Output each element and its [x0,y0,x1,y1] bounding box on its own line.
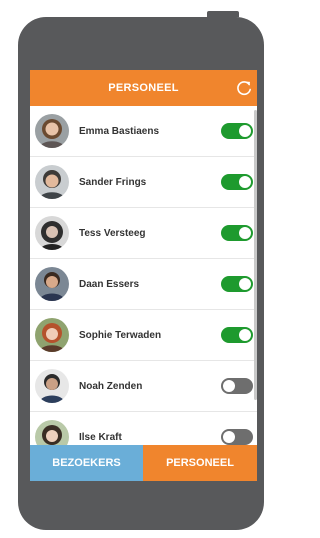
refresh-icon[interactable] [235,79,253,97]
avatar [35,216,69,250]
staff-name: Sophie Terwaden [79,330,162,341]
presence-toggle[interactable] [221,378,253,394]
toggle-knob [239,329,251,341]
list-item: Daan Essers [30,259,257,310]
avatar [35,114,69,148]
avatar [35,318,69,352]
list-scrollbar[interactable] [254,110,257,400]
toggle-knob [239,227,251,239]
tab-staff[interactable]: PERSONEEL [143,445,257,481]
app-screen: PERSONEEL Emma Bastiaens Sander Frings T… [30,70,257,481]
list-item: Ilse Kraft [30,412,257,445]
presence-toggle[interactable] [221,429,253,445]
avatar [35,420,69,445]
avatar [35,369,69,403]
staff-name: Ilse Kraft [79,432,122,443]
list-item: Emma Bastiaens [30,106,257,157]
toggle-knob [223,431,235,443]
list-item: Sander Frings [30,157,257,208]
staff-name: Noah Zenden [79,381,143,392]
presence-toggle[interactable] [221,174,253,190]
staff-name: Emma Bastiaens [79,126,160,137]
staff-name: Sander Frings [79,177,147,188]
presence-toggle[interactable] [221,123,253,139]
page-title: PERSONEEL [108,82,179,94]
list-item: Sophie Terwaden [30,310,257,361]
presence-toggle[interactable] [221,225,253,241]
list-item: Noah Zenden [30,361,257,412]
bottom-navigation: BEZOEKERS PERSONEEL [30,445,257,481]
avatar [35,165,69,199]
toggle-knob [239,125,251,137]
presence-toggle[interactable] [221,276,253,292]
tab-visitors[interactable]: BEZOEKERS [30,445,143,481]
toggle-knob [239,176,251,188]
staff-name: Daan Essers [79,279,140,290]
toggle-knob [239,278,251,290]
avatar [35,267,69,301]
app-header: PERSONEEL [30,70,257,106]
presence-toggle[interactable] [221,327,253,343]
list-item: Tess Versteeg [30,208,257,259]
staff-list: Emma Bastiaens Sander Frings Tess Verste… [30,106,257,445]
toggle-knob [223,380,235,392]
phone-side-button [207,11,239,17]
staff-name: Tess Versteeg [79,228,146,239]
